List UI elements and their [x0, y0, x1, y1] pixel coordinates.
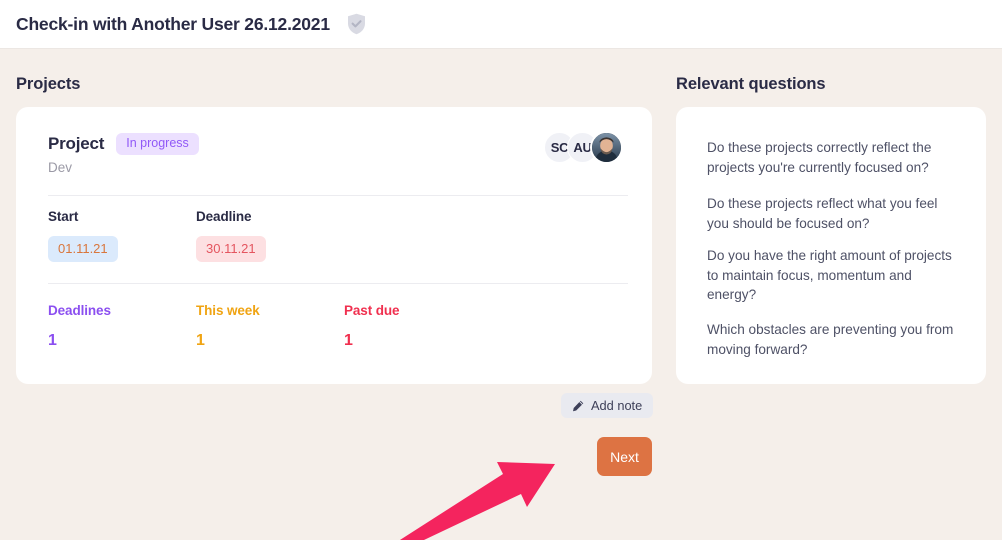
metric-this-week-label: This week — [196, 303, 344, 318]
start-date-value[interactable]: 01.11.21 — [48, 236, 118, 262]
arrow-annotation — [375, 454, 570, 540]
metric-past-due-label: Past due — [344, 303, 492, 318]
avatar-group: SC AU — [544, 131, 623, 164]
dates-row: Start 01.11.21 Deadline 30.11.21 — [48, 209, 628, 262]
question-item: Which obstacles are preventing you from … — [707, 320, 961, 359]
metric-deadlines-value: 1 — [48, 332, 196, 350]
start-date-label: Start — [48, 209, 196, 224]
add-note-label: Add note — [591, 398, 642, 413]
question-item: Do these projects reflect what you feel … — [707, 194, 961, 233]
projects-section-title: Projects — [16, 75, 80, 94]
metric-deadlines-label: Deadlines — [48, 303, 196, 318]
start-date-column: Start 01.11.21 — [48, 209, 196, 262]
metrics-row: Deadlines 1 This week 1 Past due 1 — [48, 303, 628, 350]
metric-this-week-value: 1 — [196, 332, 344, 350]
deadline-date-column: Deadline 30.11.21 — [196, 209, 344, 262]
status-badge: In progress — [116, 133, 199, 155]
questions-section-title: Relevant questions — [676, 75, 826, 94]
shield-check-icon — [347, 13, 366, 35]
page-body: Projects Relevant questions Project In p… — [0, 49, 1002, 540]
app-header: Check-in with Another User 26.12.2021 — [0, 0, 1002, 49]
metric-deadlines: Deadlines 1 — [48, 303, 196, 350]
pencil-icon — [572, 400, 584, 412]
relevant-questions-card: Do these projects correctly reflect the … — [676, 107, 986, 384]
metric-past-due: Past due 1 — [344, 303, 492, 350]
avatar-photo[interactable] — [590, 131, 623, 164]
deadline-date-value[interactable]: 30.11.21 — [196, 236, 266, 262]
divider — [48, 195, 628, 196]
deadline-date-label: Deadline — [196, 209, 344, 224]
metric-past-due-value: 1 — [344, 332, 492, 350]
project-header: Project In progress Dev — [48, 133, 199, 175]
question-item: Do you have the right amount of projects… — [707, 246, 961, 305]
metric-this-week: This week 1 — [196, 303, 344, 350]
project-card[interactable]: Project In progress Dev SC AU — [16, 107, 652, 384]
divider — [48, 283, 628, 284]
add-note-button[interactable]: Add note — [561, 393, 653, 418]
next-button[interactable]: Next — [597, 437, 652, 476]
page-title: Check-in with Another User 26.12.2021 — [16, 14, 330, 35]
project-name: Project — [48, 134, 104, 154]
question-item: Do these projects correctly reflect the … — [707, 138, 961, 177]
project-subtitle: Dev — [48, 160, 199, 175]
